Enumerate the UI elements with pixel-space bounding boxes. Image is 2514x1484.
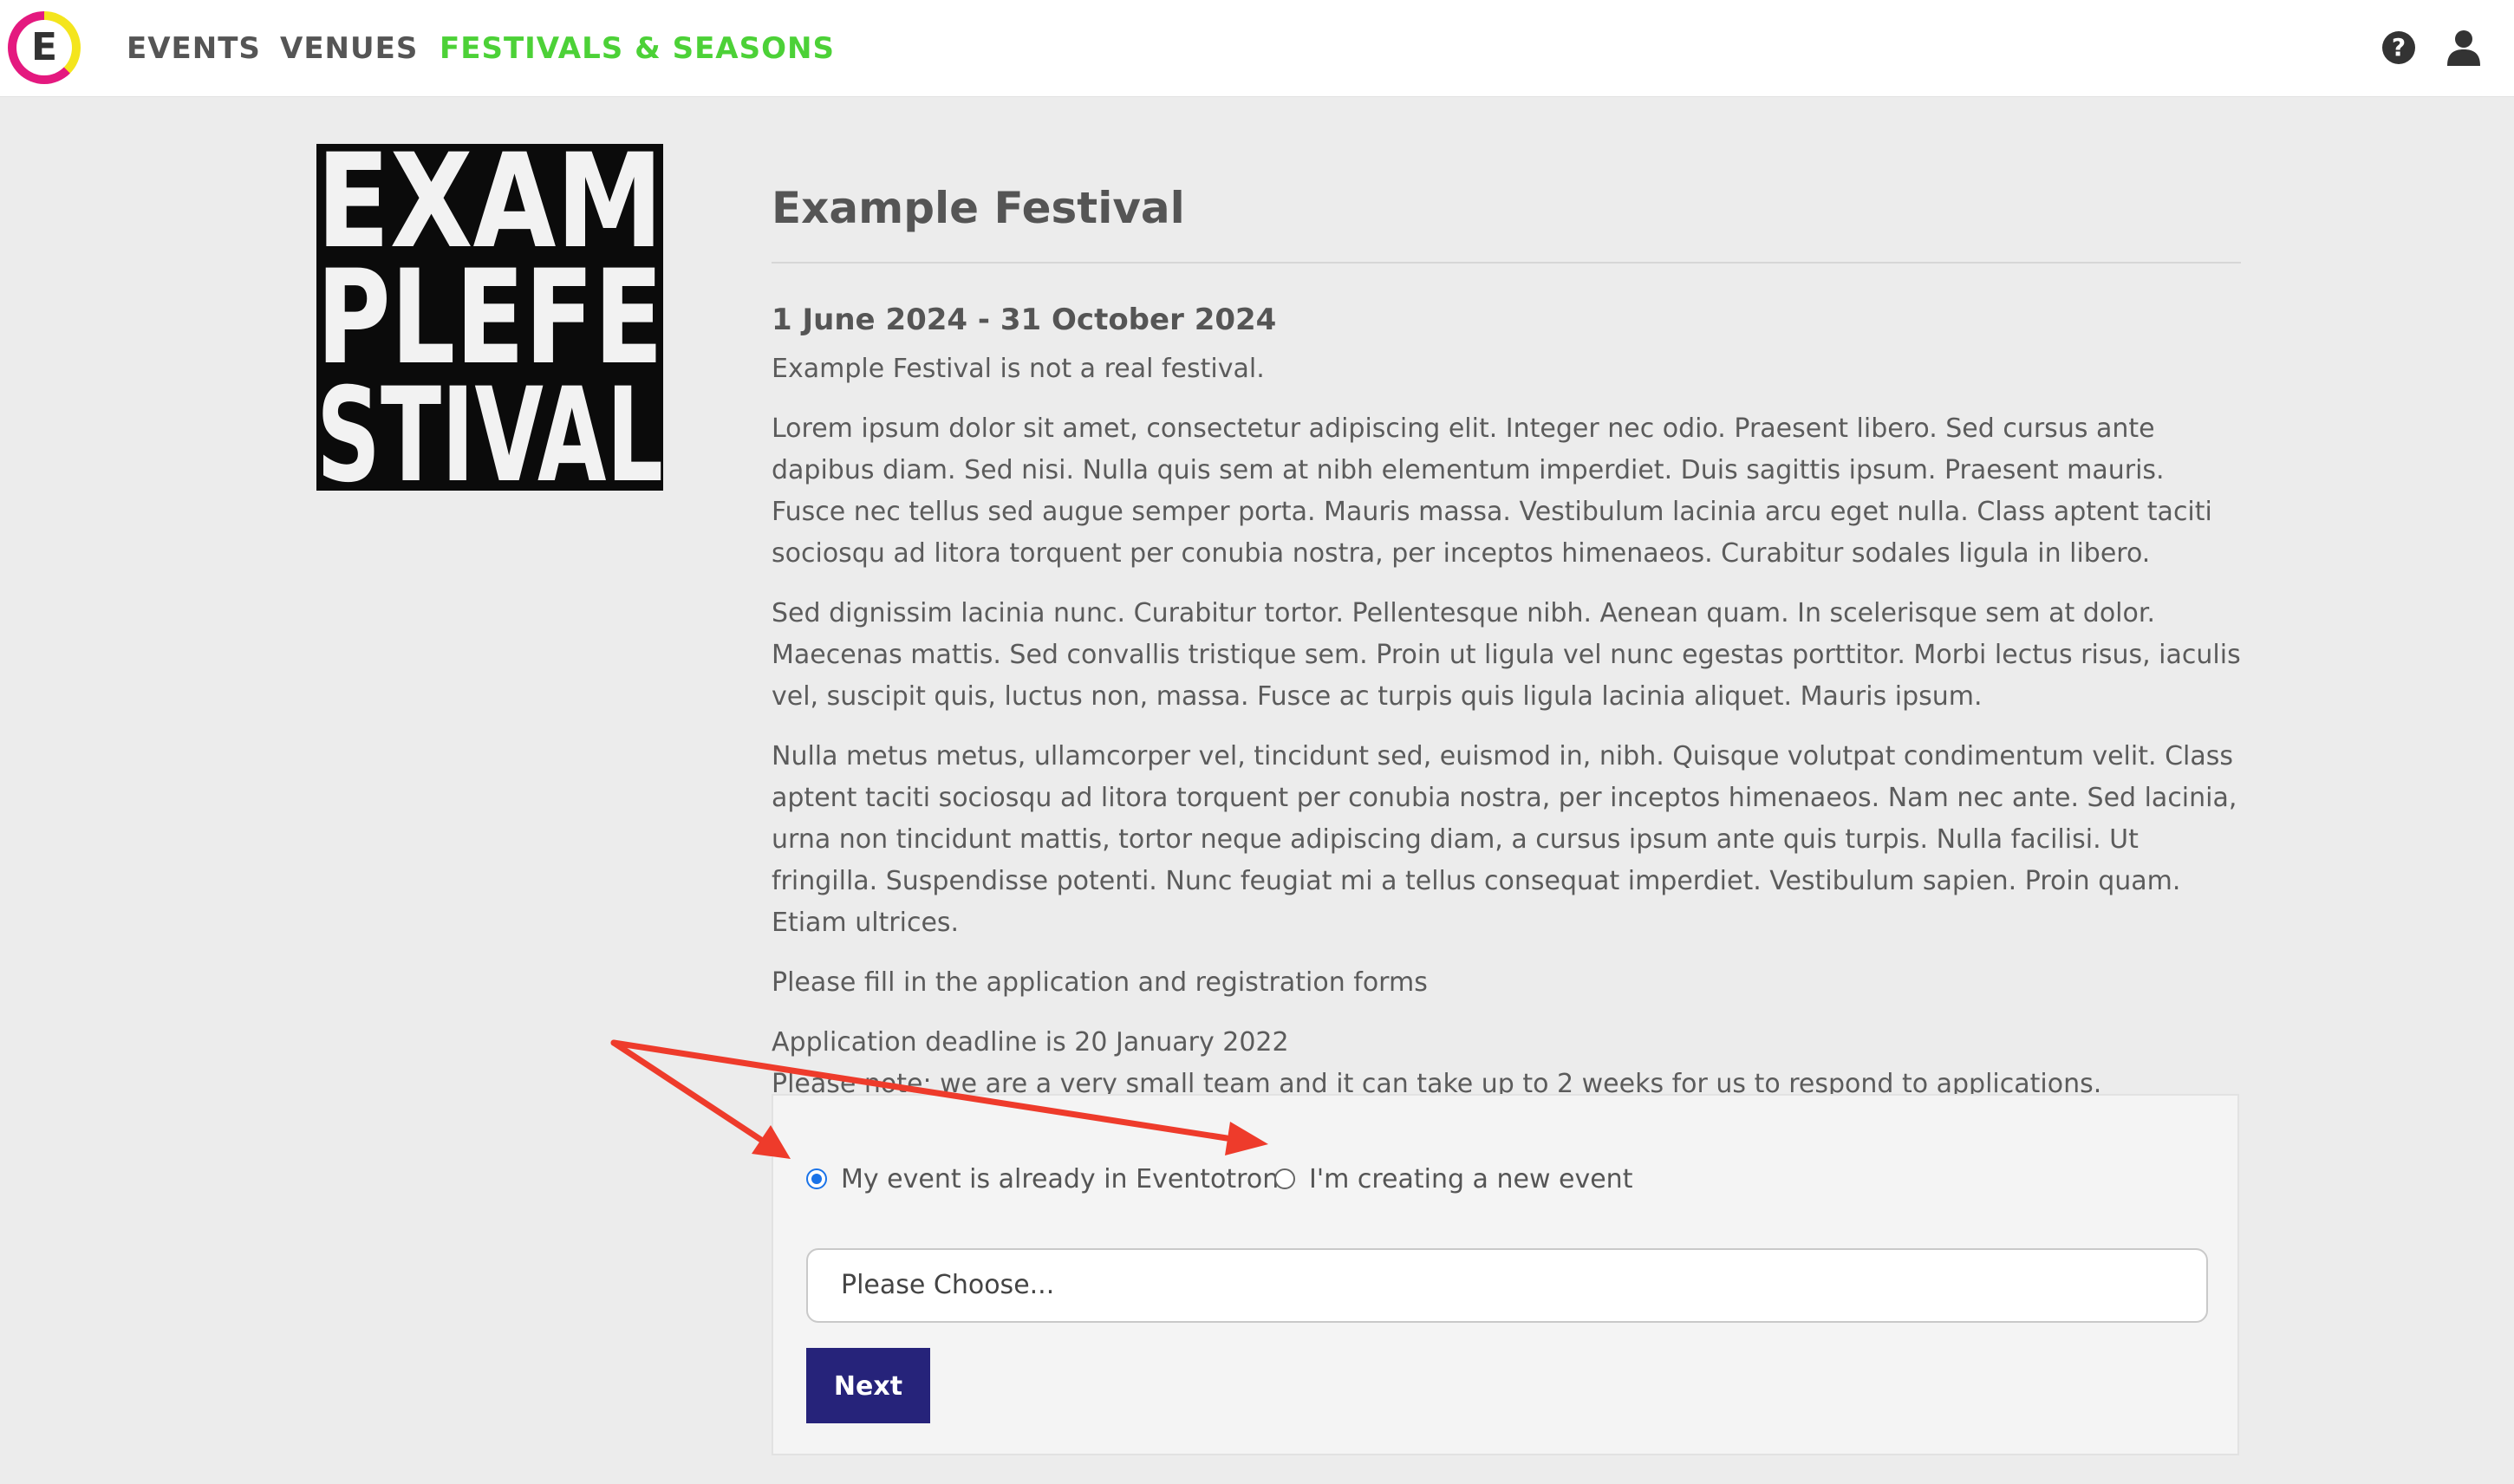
help-icon[interactable]: ? xyxy=(2382,31,2415,64)
user-icon[interactable] xyxy=(2446,29,2481,66)
eventotron-logo[interactable]: E xyxy=(8,11,81,84)
festival-dates: 1 June 2024 - 31 October 2024 xyxy=(772,303,1277,337)
radio-existing-event-label[interactable]: My event is already in Eventotron xyxy=(841,1164,1279,1194)
festival-title: Example Festival xyxy=(772,183,1185,233)
logo-letter: E xyxy=(30,25,58,69)
festival-image: EXAM PLEFE STIVAL xyxy=(316,144,663,491)
radio-existing-event-button[interactable] xyxy=(806,1168,827,1189)
top-navbar: E EVENTS VENUES FESTIVALS & SEASONS ? xyxy=(0,0,2514,97)
description-paragraph-1: Lorem ipsum dolor sit amet, consectetur … xyxy=(772,413,2212,569)
festival-tagline: Example Festival is not a real festival. xyxy=(772,354,1265,384)
radio-new-event-label[interactable]: I'm creating a new event xyxy=(1309,1164,1632,1194)
title-divider xyxy=(772,262,2241,264)
festival-image-line-3: STIVAL xyxy=(316,361,663,491)
nav-events-link[interactable]: EVENTS xyxy=(127,26,261,71)
nav-venues-link[interactable]: VENUES xyxy=(280,26,418,71)
event-select[interactable]: Please Choose... xyxy=(806,1248,2208,1323)
description-paragraph-3: Nulla metus metus, ullamcorper vel, tinc… xyxy=(772,741,2237,938)
radio-existing-event[interactable]: My event is already in Eventotron xyxy=(806,1158,1279,1200)
radio-new-event-button[interactable] xyxy=(1274,1168,1295,1189)
annotation-arrow-to-existing xyxy=(610,1039,791,1159)
festival-details: Example Festival 1 June 2024 - 31 Octobe… xyxy=(772,173,2241,1105)
description-paragraph-2: Sed dignissim lacinia nunc. Curabitur to… xyxy=(772,598,2241,712)
radio-new-event[interactable]: I'm creating a new event xyxy=(1274,1158,1632,1200)
nav-festivals-link[interactable]: FESTIVALS & SEASONS xyxy=(440,26,835,71)
forms-note: Please fill in the application and regis… xyxy=(772,967,1428,998)
application-form: My event is already in Eventotron I'm cr… xyxy=(772,1094,2239,1455)
next-button[interactable]: Next xyxy=(806,1348,930,1423)
application-deadline: Application deadline is 20 January 2022 xyxy=(772,1027,1289,1058)
